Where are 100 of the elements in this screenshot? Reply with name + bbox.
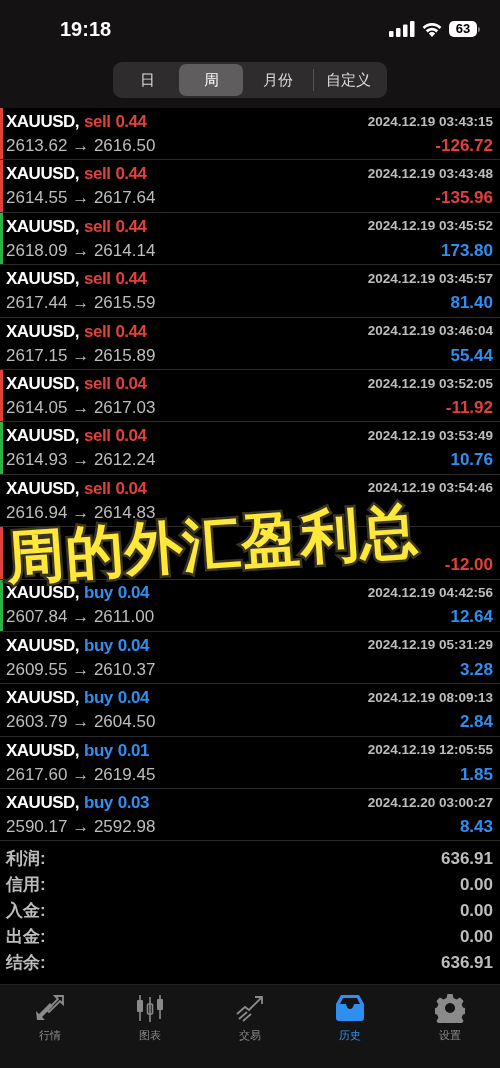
- profit-value: 2.84: [459, 711, 493, 734]
- symbol-label: XAUUSD,: [6, 163, 79, 186]
- summary-label: 利润:: [6, 847, 46, 870]
- segment-tab[interactable]: 自定义: [314, 64, 382, 96]
- order-volume: 0.44: [115, 163, 147, 186]
- deal-time: 2024.12.19 03:45:57: [367, 269, 493, 288]
- segment-tab[interactable]: 月份: [243, 64, 313, 96]
- deal-time: 2024.12.19 03:43:48: [367, 164, 493, 183]
- tab-bar-item[interactable]: 设置: [400, 993, 500, 1068]
- summary-label: 出金:: [6, 925, 46, 948]
- symbol-label: XAUUSD,: [6, 110, 79, 133]
- order-volume: 0.44: [115, 110, 147, 133]
- order-side: buy: [84, 687, 113, 710]
- order-side: buy: [84, 739, 113, 762]
- price-range: 2617.15 → 2615.89: [6, 344, 156, 367]
- deal-time: 2024.12.19 03:43:15: [367, 112, 493, 131]
- tab-bar-item[interactable]: 图表: [100, 993, 200, 1068]
- symbol-label: XAUUSD,: [6, 215, 79, 238]
- profit-value: -126.72: [435, 134, 493, 157]
- deal-time: 2024.12.19 05:31:29: [367, 636, 493, 655]
- order-side: sell: [84, 215, 111, 238]
- order-side: buy: [84, 634, 113, 657]
- summary-value: 0.00: [459, 899, 493, 922]
- order-volume: 0.01: [117, 739, 149, 762]
- order-side: buy: [84, 792, 113, 814]
- deal-time: 2024.12.19 03:46:04: [367, 322, 493, 341]
- price-range: 2603.79 → 2604.50: [6, 711, 156, 734]
- order-volume: 0.44: [115, 215, 147, 238]
- order-volume: 0.04: [117, 634, 149, 657]
- symbol-label: XAUUSD,: [6, 320, 79, 343]
- profit-value: 8.43: [459, 816, 493, 838]
- price-range: 2614.55 → 2617.64: [6, 187, 156, 210]
- order-side: sell: [84, 110, 111, 133]
- order-volume: 0.04: [117, 582, 149, 605]
- summary-value: 0.00: [459, 873, 493, 896]
- deal-time: 2024.12.19 03:52:05: [367, 374, 493, 393]
- symbol-label: XAUUSD,: [6, 372, 79, 395]
- segment-tab[interactable]: 日: [115, 64, 179, 96]
- order-volume: 0.44: [115, 320, 147, 343]
- profit-value: 55.44: [450, 344, 493, 367]
- diagonal-arrows-icon: [35, 994, 65, 1022]
- profit-value: -11.92: [445, 396, 493, 419]
- profit-value: 10.76: [450, 449, 493, 472]
- order-volume: 0.04: [115, 477, 147, 500]
- tab-bar-item[interactable]: 历史: [300, 993, 400, 1068]
- price-range: 2618.09 → 2614.14: [6, 239, 156, 262]
- trend-arrow-icon: [235, 994, 265, 1022]
- candlestick-icon: [135, 994, 165, 1022]
- price-range: 2613.62 → 2616.50: [6, 134, 156, 157]
- profit-value: 12.64: [450, 606, 493, 629]
- symbol-label: XAUUSD,: [6, 634, 79, 657]
- price-range: 2614.93 → 2612.24: [6, 449, 156, 472]
- signal-icon: [389, 21, 415, 37]
- price-range: 2617.60 → 2619.45: [6, 763, 156, 786]
- profit-value: 81.40: [450, 292, 493, 315]
- symbol-label: XAUUSD,: [6, 268, 79, 291]
- order-side: sell: [84, 372, 111, 395]
- deal-time: 2024.12.19 08:09:13: [367, 688, 493, 707]
- order-side: sell: [84, 268, 111, 291]
- symbol-label: XAUUSD,: [6, 425, 79, 448]
- order-side: buy: [84, 582, 113, 605]
- symbol-label: XAUUSD,: [6, 792, 79, 814]
- price-range: 2609.55 → 2610.37: [6, 658, 156, 681]
- summary-label: 信用:: [6, 873, 46, 896]
- segment-tab[interactable]: 周: [179, 64, 243, 96]
- deal-time: 2024.12.19 03:53:49: [367, 426, 493, 445]
- clock-time: 19:18: [60, 17, 112, 42]
- symbol-label: XAUUSD,: [6, 477, 79, 500]
- settings-icon: [435, 993, 465, 1023]
- price-range: 2617.44 → 2615.59: [6, 292, 156, 315]
- order-side: sell: [84, 425, 111, 448]
- summary-value: 636.91: [441, 847, 493, 870]
- battery-icon: 63: [449, 21, 477, 37]
- summary-value: 0.00: [459, 925, 493, 948]
- deal-time: 2024.12.19 03:45:52: [367, 217, 493, 236]
- summary-label: 入金:: [6, 899, 46, 922]
- order-side: sell: [84, 320, 111, 343]
- deal-time: 2024.12.19 04:42:56: [367, 584, 493, 603]
- order-volume: 0.04: [115, 372, 147, 395]
- summary-label: 结余:: [6, 951, 46, 974]
- profit-value: 173.80: [441, 239, 493, 262]
- profit-value: 1.85: [459, 763, 493, 786]
- profit-value: -135.96: [435, 187, 493, 210]
- price-range: 2590.17 → 2592.98: [6, 816, 156, 838]
- deal-time: 2024.12.20 03:00:27: [367, 793, 493, 812]
- order-side: sell: [84, 477, 111, 500]
- tab-bar-item[interactable]: 交易: [200, 993, 300, 1068]
- order-volume: 0.04: [115, 425, 147, 448]
- tab-bar-item[interactable]: 行情: [0, 993, 100, 1068]
- profit-value: -12.00: [444, 554, 493, 577]
- inbox-icon: [335, 994, 365, 1022]
- summary-value: 636.91: [441, 951, 493, 974]
- wifi-icon: [421, 21, 443, 37]
- price-range: 2607.84 → 2611.00: [6, 606, 155, 629]
- order-volume: 0.04: [117, 687, 149, 710]
- order-side: sell: [84, 163, 111, 186]
- price-range: 2614.05 → 2617.03: [6, 396, 156, 419]
- profit-value: 3.28: [459, 658, 493, 681]
- order-volume: 0.03: [117, 792, 149, 814]
- deal-time: 2024.12.19 12:05:55: [367, 741, 493, 760]
